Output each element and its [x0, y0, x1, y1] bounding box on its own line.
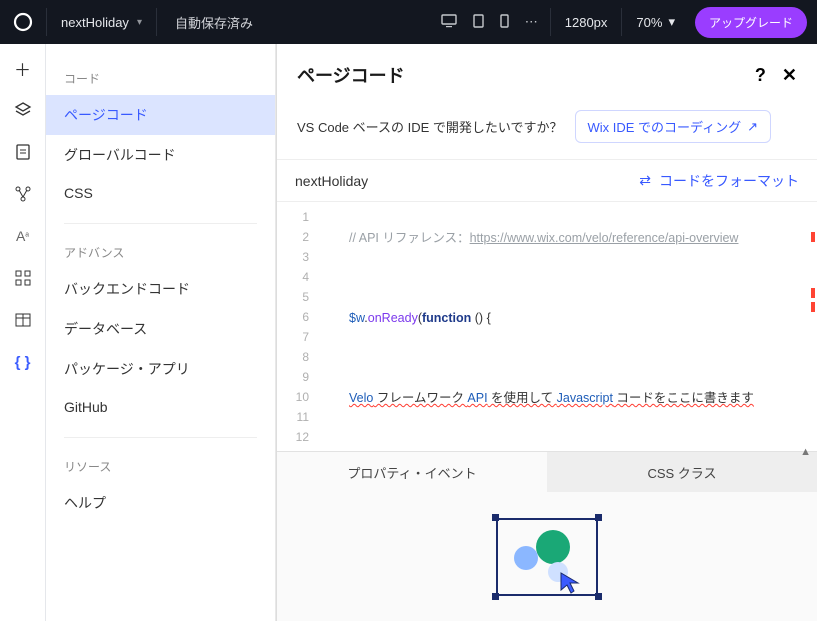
ide-prompt-text: VS Code ベースの IDE で開発したいですか？	[297, 117, 563, 136]
table-icon[interactable]	[13, 310, 33, 330]
sidebar-item-database[interactable]: データベース	[46, 309, 275, 349]
format-code-button[interactable]: ⇄ コードをフォーマット	[621, 171, 817, 191]
error-marker	[811, 302, 815, 312]
text-icon[interactable]: Aᵃ	[13, 226, 33, 246]
error-marker	[811, 288, 815, 298]
device-icons: ⋯	[429, 14, 550, 31]
section-code-label: コード	[46, 62, 275, 95]
sidebar-item-packages[interactable]: パッケージ・アプリ	[46, 349, 275, 389]
error-marker	[811, 232, 815, 242]
sidebar-item-github[interactable]: GitHub	[46, 389, 275, 425]
code-body[interactable]: // API リファレンス：https://www.wix.com/velo/r…	[317, 202, 817, 451]
chevron-down-icon: ▾	[137, 17, 142, 28]
content-area: ページコード ? ✕ VS Code ベースの IDE で開発したいですか？ W…	[276, 44, 817, 621]
empty-state-illustration	[492, 512, 602, 602]
apps-icon[interactable]	[13, 268, 33, 288]
more-icon[interactable]: ⋯	[525, 14, 538, 30]
project-name: nextHoliday	[61, 15, 129, 30]
sidebar-item-backend[interactable]: バックエンドコード	[46, 269, 275, 309]
section-resource-label: リソース	[46, 450, 275, 483]
side-panel: コード ページコード グローバルコード CSS アドバンス バックエンドコード …	[46, 44, 276, 621]
chevron-down-icon: ▾	[668, 14, 675, 30]
connections-icon[interactable]	[13, 184, 33, 204]
project-switcher[interactable]: nextHoliday ▾	[47, 0, 156, 44]
wix-ide-button[interactable]: Wix IDE でのコーディング ↗	[575, 110, 772, 143]
page-icon[interactable]	[13, 142, 33, 162]
sidebar-item-help[interactable]: ヘルプ	[46, 483, 275, 523]
tab-current-page[interactable]: nextHoliday	[277, 160, 386, 201]
format-icon: ⇄	[639, 172, 651, 189]
sidebar-item-page-code[interactable]: ページコード	[46, 95, 275, 135]
tab-properties-events[interactable]: プロパティ・イベント	[277, 452, 547, 492]
close-icon[interactable]: ✕	[782, 65, 797, 86]
desktop-icon[interactable]	[441, 14, 457, 31]
zoom-level[interactable]: 70% ▾	[622, 14, 689, 30]
braces-icon[interactable]: { }	[13, 352, 33, 372]
code-editor[interactable]: 123456789101112131415 // API リファレンス：http…	[277, 202, 817, 451]
mobile-icon[interactable]	[500, 14, 509, 31]
left-icon-rail: ＋ Aᵃ { }	[0, 44, 46, 621]
wix-logo[interactable]	[0, 0, 46, 44]
drag-handle-icon[interactable]: ▲	[800, 446, 811, 458]
plus-icon[interactable]: ＋	[13, 58, 33, 78]
section-advance-label: アドバンス	[46, 236, 275, 269]
upgrade-button[interactable]: アップグレード	[695, 7, 807, 38]
save-status: 自動保存済み	[157, 13, 271, 32]
external-link-icon: ↗	[747, 119, 758, 135]
line-gutter: 123456789101112131415	[277, 202, 317, 451]
layers-icon[interactable]	[13, 100, 33, 120]
sidebar-item-global-code[interactable]: グローバルコード	[46, 135, 275, 175]
help-icon[interactable]: ?	[755, 65, 766, 86]
page-title: ページコード	[297, 62, 755, 88]
top-bar: nextHoliday ▾ 自動保存済み ⋯ 1280px 70% ▾ アップグ…	[0, 0, 817, 44]
tab-css-class[interactable]: CSS クラス	[547, 452, 817, 492]
tablet-icon[interactable]	[473, 14, 484, 31]
bottom-panel: ▲ プロパティ・イベント CSS クラス	[277, 451, 817, 621]
sidebar-item-css[interactable]: CSS	[46, 175, 275, 211]
viewport-width[interactable]: 1280px	[551, 15, 622, 30]
